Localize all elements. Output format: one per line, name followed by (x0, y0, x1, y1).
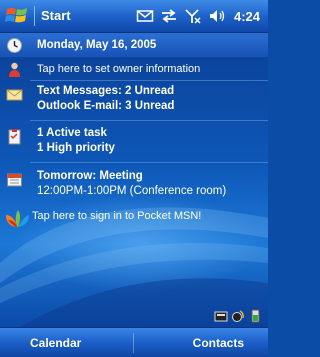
tasks-clipboard-icon (6, 128, 23, 145)
messages-text: Text Messages: 2 Unread Outlook E-mail: … (37, 84, 174, 114)
appointment-time: 12:00PM-1:00PM (Conference room) (37, 185, 227, 197)
tasks-text: 1 Active task 1 High priority (37, 126, 115, 156)
msn-butterfly-icon (4, 207, 30, 231)
clock-icon (6, 37, 23, 54)
signal-off-icon[interactable] (184, 8, 202, 24)
pocket-msn-text: Tap here to sign in to Pocket MSN! (32, 210, 202, 222)
calendar-row[interactable]: Tomorrow: Meeting 12:00PM-1:00PM (Confer… (0, 166, 268, 202)
title-bar: Start 4:24 (0, 0, 268, 33)
owner-info-text: Tap here to set owner information (37, 63, 201, 75)
title-divider (34, 6, 35, 26)
today-screen: Monday, May 16, 2005 Tap here to set own… (0, 33, 268, 327)
owner-info-row[interactable]: Tap here to set owner information (0, 58, 268, 80)
input-keyboard-icon[interactable] (214, 309, 228, 323)
divider (30, 120, 268, 121)
tasks-row[interactable]: 1 Active task 1 High priority (0, 123, 268, 159)
sync-icon[interactable] (160, 8, 178, 24)
divider (30, 162, 268, 163)
calendar-softkey[interactable]: Calendar (30, 336, 81, 350)
status-icon-tray (211, 309, 262, 323)
soft-key-bar: Calendar Contacts (0, 327, 268, 357)
inbox-icon[interactable] (136, 8, 154, 24)
calendar-text: Tomorrow: Meeting 12:00PM-1:00PM (Confer… (37, 169, 226, 199)
windows-flag-icon[interactable] (5, 4, 31, 28)
outlook-email-count: Outlook E-mail: 3 Unread (37, 100, 175, 112)
system-tray: 4:24 (136, 7, 260, 25)
active-task-count: 1 Active task (37, 127, 107, 139)
appointment-title: Tomorrow: Meeting (37, 170, 143, 182)
owner-icon (6, 61, 23, 78)
wireless-icon[interactable] (231, 309, 245, 323)
start-menu-label[interactable]: Start (41, 8, 71, 23)
contacts-softkey[interactable]: Contacts (193, 336, 244, 350)
text-messages-count: Text Messages: 2 Unread (37, 85, 175, 97)
battery-icon[interactable] (248, 309, 262, 323)
softkey-divider (133, 333, 134, 353)
date-text: Monday, May 16, 2005 (37, 39, 157, 51)
volume-icon[interactable] (208, 8, 226, 24)
calendar-icon (6, 171, 23, 188)
clock-time[interactable]: 4:24 (234, 9, 260, 24)
date-row[interactable]: Monday, May 16, 2005 (0, 33, 268, 57)
high-priority-count: 1 High priority (37, 142, 115, 154)
message-envelope-icon (6, 86, 23, 103)
pocket-msn-row[interactable]: Tap here to sign in to Pocket MSN! (0, 205, 268, 231)
messages-row[interactable]: Text Messages: 2 Unread Outlook E-mail: … (0, 81, 268, 117)
